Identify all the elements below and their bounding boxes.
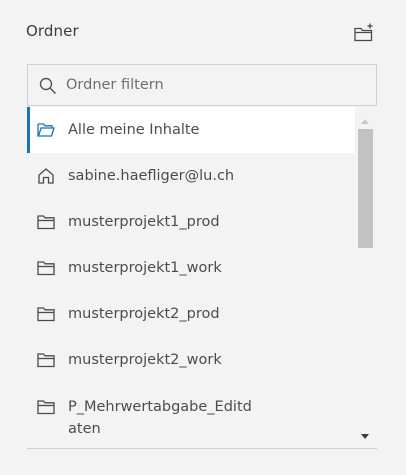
folder-open-icon — [37, 123, 55, 137]
folder-icon — [37, 400, 55, 415]
panel-title: Ordner — [26, 22, 79, 40]
folder-item-label: sabine.haefliger@lu.ch — [68, 168, 235, 184]
folder-item-label: musterprojekt1_work — [68, 260, 222, 276]
folder-icon — [37, 353, 55, 368]
folder-icon — [37, 307, 55, 322]
search-icon — [39, 77, 57, 95]
folder-item-label: P_Mehrwertabgabe_Editd — [68, 399, 252, 415]
folder-item[interactable]: P_Mehrwertabgabe_Editd aten — [27, 383, 355, 448]
folder-item-label-continued: aten — [68, 421, 101, 437]
folder-filter — [27, 64, 377, 106]
folder-filter-input[interactable] — [66, 65, 366, 105]
scroll-down-arrow-icon[interactable] — [361, 434, 369, 439]
folder-item[interactable]: musterprojekt1_prod — [27, 199, 355, 245]
folder-list: Alle meine Inhalte sabine.haefliger@lu.c… — [27, 107, 377, 449]
folder-plus-icon — [354, 23, 373, 42]
folder-item[interactable]: musterprojekt2_prod — [27, 291, 355, 337]
folder-item-label: Alle meine Inhalte — [68, 122, 200, 138]
scroll-up-arrow-icon[interactable] — [361, 119, 369, 124]
folder-item-label: musterprojekt2_work — [68, 352, 222, 368]
folder-item[interactable]: musterprojekt2_work — [27, 337, 355, 383]
folder-item-all-content[interactable]: Alle meine Inhalte — [27, 107, 355, 153]
scrollbar-thumb[interactable] — [358, 129, 373, 248]
folders-panel: Ordner Alle meine Inhalte sabine — [0, 0, 406, 475]
folder-item-label: musterprojekt2_prod — [68, 306, 220, 322]
home-icon — [38, 168, 54, 184]
folder-item[interactable]: musterprojekt1_work — [27, 245, 355, 291]
folder-item-user-home[interactable]: sabine.haefliger@lu.ch — [27, 153, 355, 199]
new-folder-button[interactable] — [353, 22, 375, 44]
folder-list-scrollbar[interactable] — [355, 107, 377, 448]
folder-icon — [37, 261, 55, 276]
folder-item-label: musterprojekt1_prod — [68, 214, 220, 230]
folder-icon — [37, 215, 55, 230]
